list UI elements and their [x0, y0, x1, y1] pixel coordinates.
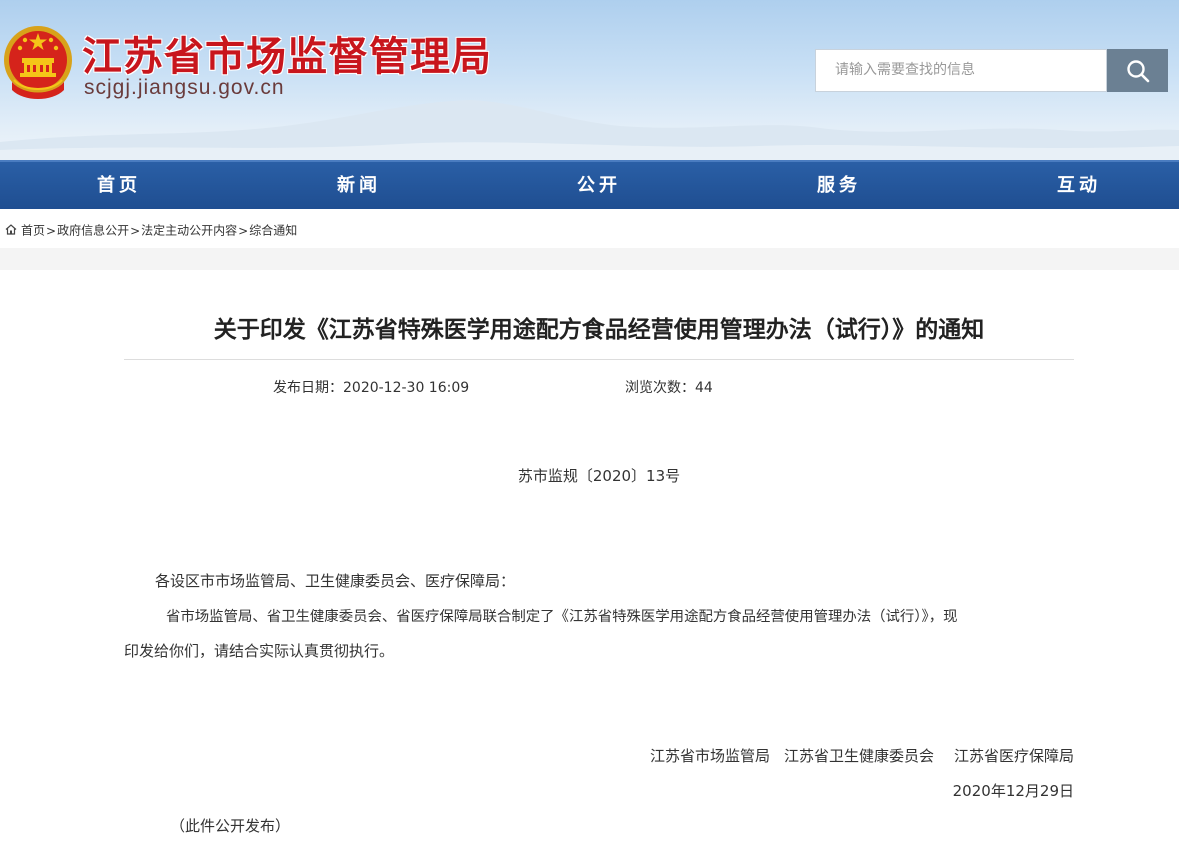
publish-date-label: 发布日期： — [273, 380, 343, 396]
view-count: 浏览次数：44 — [625, 377, 713, 397]
signer-2: 江苏省卫生健康委员会 — [783, 747, 934, 765]
nav-public[interactable]: 公开 — [539, 162, 659, 209]
breadcrumb-gov-info[interactable]: 政府信息公开 — [57, 224, 129, 238]
breadcrumb-separator: > — [238, 223, 249, 238]
publication-footnote: （此件公开发布） — [170, 817, 291, 835]
publish-date-value: 2020-12-30 16:09 — [343, 380, 470, 396]
breadcrumb-divider-band — [0, 248, 1179, 270]
search-icon — [1126, 59, 1149, 82]
national-emblem — [4, 26, 72, 99]
breadcrumb-general-notice[interactable]: 综合通知 — [249, 224, 297, 238]
breadcrumb: 首页>政府信息公开>法定主动公开内容>综合通知 — [0, 214, 1179, 246]
view-count-value: 44 — [695, 380, 713, 396]
search-input[interactable]: 请输入需要查找的信息 — [815, 49, 1107, 92]
signer-3: 江苏省医疗保障局 — [953, 747, 1074, 765]
signers: 江苏省市场监管局 江苏省卫生健康委员会 江苏省医疗保障局 — [650, 745, 1074, 766]
nav-home[interactable]: 首页 — [59, 162, 179, 209]
main-nav: 首页 新闻 公开 服务 互动 — [0, 160, 1179, 209]
search-button[interactable] — [1107, 49, 1168, 92]
nav-service[interactable]: 服务 — [779, 162, 899, 209]
breadcrumb-separator: > — [46, 223, 57, 238]
home-icon — [5, 224, 17, 235]
title-divider — [124, 359, 1074, 360]
body-paragraph-line-1: 省市场监管局、省卫生健康委员会、省医疗保障局联合制定了《江苏省特殊医学用途配方食… — [166, 609, 958, 625]
breadcrumb-home[interactable]: 首页 — [21, 224, 45, 238]
breadcrumb-statutory[interactable]: 法定主动公开内容 — [141, 224, 237, 238]
breadcrumb-separator: > — [130, 223, 141, 238]
signer-1: 江苏省市场监管局 — [649, 747, 770, 765]
site-title: 江苏省市场监督管理局 — [82, 33, 492, 80]
publish-date: 发布日期：2020-12-30 16:09 — [273, 377, 469, 397]
nav-interact[interactable]: 互动 — [1019, 162, 1139, 209]
document-number: 苏市监规〔2020〕13号 — [517, 467, 681, 485]
salutation: 各设区市市场监管局、卫生健康委员会、医疗保障局： — [155, 572, 516, 590]
site-domain: scjgj.jiangsu.gov.cn — [84, 76, 285, 99]
nav-news[interactable]: 新闻 — [299, 162, 419, 209]
sign-date: 2020年12月29日 — [952, 782, 1074, 800]
site-banner: 江苏省市场监督管理局 scjgj.jiangsu.gov.cn 请输入需要查找的… — [0, 0, 1179, 160]
body-paragraph-line-2: 印发给你们，请结合实际认真贯彻执行。 — [124, 642, 395, 660]
view-count-label: 浏览次数： — [625, 380, 695, 396]
article-title: 关于印发《江苏省特殊医学用途配方食品经营使用管理办法（试行）》的通知 — [213, 317, 985, 343]
